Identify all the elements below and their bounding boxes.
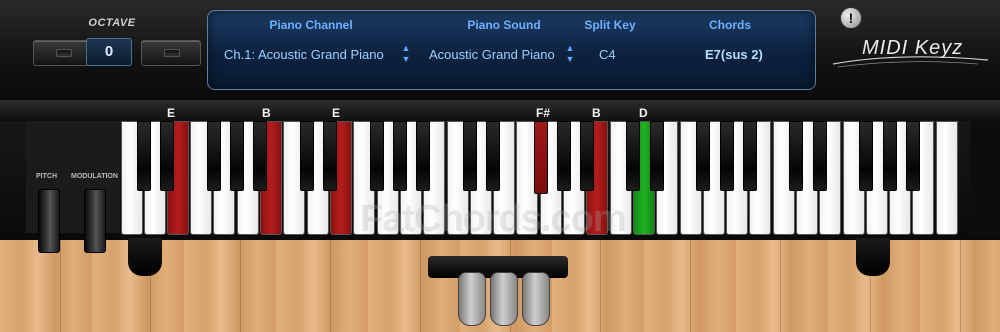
black-key[interactable] — [323, 121, 337, 191]
black-key[interactable] — [650, 121, 664, 191]
split-key-value[interactable]: C4 — [599, 47, 616, 62]
black-key[interactable] — [626, 121, 640, 191]
right-pedal[interactable] — [522, 272, 550, 326]
black-key[interactable] — [463, 121, 477, 191]
modulation-wheel[interactable] — [84, 189, 106, 253]
black-key[interactable] — [789, 121, 803, 191]
midi-keyz-app: OCTAVE 0 Piano Channel Piano Sound Split… — [0, 0, 1000, 332]
left-leg — [128, 238, 162, 276]
note-label-e: E — [332, 106, 341, 120]
black-key[interactable] — [300, 121, 314, 191]
keyboard-lip — [0, 100, 1000, 121]
black-key-fsharp-highlighted[interactable] — [534, 121, 548, 194]
white-key[interactable] — [936, 121, 958, 235]
piano-sound-spinner[interactable]: ▲ ▼ — [564, 43, 576, 67]
note-label-fsharp: F# — [536, 106, 551, 120]
black-key[interactable] — [370, 121, 384, 191]
chevron-up-icon[interactable]: ▲ — [400, 43, 412, 54]
black-key[interactable] — [906, 121, 920, 191]
note-label-b: B — [262, 106, 271, 120]
piano-channel-spinner[interactable]: ▲ ▼ — [400, 43, 412, 67]
black-key[interactable] — [883, 121, 897, 191]
octave-value-display: 0 — [86, 38, 132, 66]
right-leg — [856, 238, 890, 276]
black-key[interactable] — [743, 121, 757, 191]
settings-display: Piano Channel Piano Sound Split Key Chor… — [207, 10, 816, 90]
left-pedal[interactable] — [458, 272, 486, 326]
keyboard-right-rail — [970, 121, 1000, 235]
black-key[interactable] — [696, 121, 710, 191]
black-key[interactable] — [720, 121, 734, 191]
piano-channel-select[interactable]: Ch.1: Acoustic Grand Piano — [224, 47, 384, 62]
chevron-down-icon[interactable]: ▼ — [564, 54, 576, 65]
piano-sound-header: Piano Sound — [467, 18, 541, 32]
wheels-panel: PITCH MODULATION — [26, 121, 120, 253]
info-icon[interactable]: ! — [840, 7, 862, 29]
octave-down-button[interactable] — [33, 40, 93, 66]
logo: MIDI Keyz — [862, 37, 964, 59]
black-key[interactable] — [813, 121, 827, 191]
chord-name-value: E7(sus 2) — [705, 47, 763, 62]
black-key[interactable] — [580, 121, 594, 191]
pitch-label: PITCH — [36, 173, 57, 180]
octave-label: OCTAVE — [88, 17, 136, 29]
piano-channel-header: Piano Channel — [269, 18, 353, 32]
piano-sound-select[interactable]: Acoustic Grand Piano — [429, 47, 555, 62]
chevron-down-icon[interactable]: ▼ — [400, 54, 412, 65]
note-label-d: D — [639, 106, 648, 120]
black-key[interactable] — [393, 121, 407, 191]
black-key[interactable] — [416, 121, 430, 191]
chevron-up-icon[interactable]: ▲ — [564, 43, 576, 54]
control-panel: OCTAVE 0 Piano Channel Piano Sound Split… — [0, 0, 1000, 101]
modulation-label: MODULATION — [71, 173, 118, 180]
black-key[interactable] — [557, 121, 571, 191]
black-key[interactable] — [859, 121, 873, 191]
chords-header: Chords — [709, 18, 751, 32]
black-key[interactable] — [486, 121, 500, 191]
split-key-header: Split Key — [584, 18, 636, 32]
octave-up-button[interactable] — [141, 40, 201, 66]
black-key[interactable] — [207, 121, 221, 191]
black-key[interactable] — [230, 121, 244, 191]
watermark: FatChords.com — [360, 198, 627, 240]
pitch-wheel[interactable] — [38, 189, 60, 253]
note-label-e: E — [167, 106, 176, 120]
black-key[interactable] — [137, 121, 151, 191]
black-key[interactable] — [253, 121, 267, 191]
note-label-b: B — [592, 106, 601, 120]
black-key[interactable] — [160, 121, 174, 191]
middle-pedal[interactable] — [490, 272, 518, 326]
